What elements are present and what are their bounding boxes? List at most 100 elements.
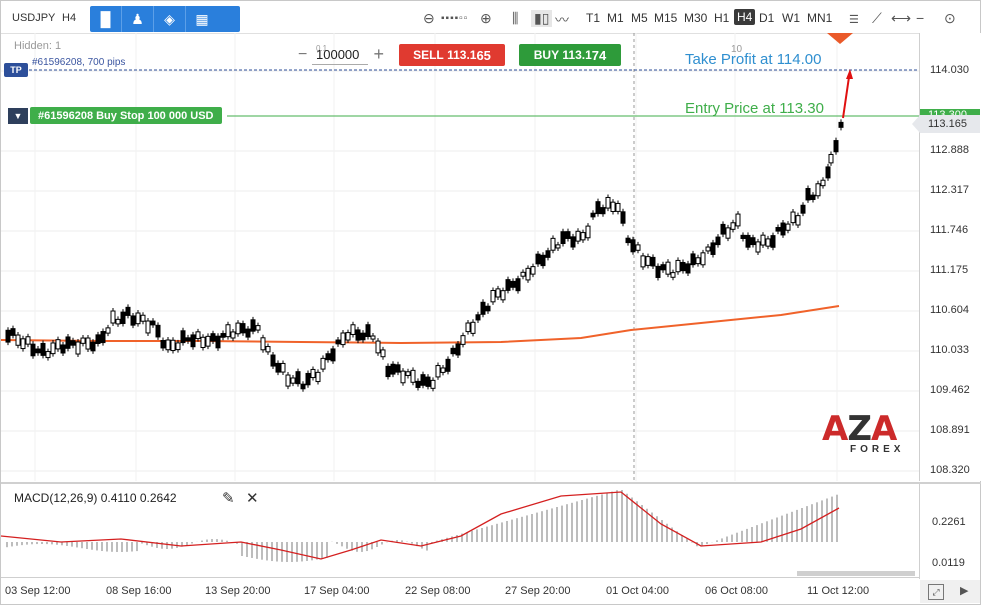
candle-body [790, 211, 796, 224]
edit-icon[interactable]: ✎ [222, 489, 235, 507]
symbol-label[interactable]: USDJPY [12, 12, 55, 24]
settings-circle-icon[interactable]: ⊙ [944, 10, 956, 27]
corner-arrow-icon[interactable]: ▶ [960, 584, 968, 597]
tf-t1[interactable]: T1 [586, 11, 600, 25]
macd-histogram-bar [161, 542, 163, 549]
macd-label: 0.2261 [932, 516, 966, 528]
indicator-icon[interactable]: ☰ [849, 13, 859, 26]
macd-histogram-bar [51, 542, 53, 545]
line-draw-icon[interactable]: ⟋ [872, 10, 882, 27]
quantity-decrease-button[interactable]: − [298, 46, 307, 64]
candle-body [635, 244, 641, 251]
macd-histogram-bar [521, 516, 523, 542]
macd-histogram-bar [201, 540, 203, 542]
candle-body [200, 336, 206, 349]
tf-d1[interactable]: D1 [759, 11, 774, 25]
tf-h4[interactable]: H4 [734, 9, 756, 25]
candle-body [690, 253, 696, 266]
candle-body [530, 266, 536, 275]
candle-body [435, 365, 441, 378]
buy-button[interactable]: BUY 113.1 74 [519, 44, 621, 66]
macd-histogram-bar [586, 498, 588, 542]
candle-body [130, 315, 136, 326]
candle-type-icon[interactable]: ▮▯ [531, 10, 553, 27]
pawn-icon[interactable]: ♟ [122, 6, 154, 32]
buy-price-prefix: 113.1 [562, 48, 592, 62]
macd-histogram-bar [641, 505, 643, 542]
logo-subtitle: FOREX [850, 444, 905, 455]
quantity-input[interactable]: 100000 [316, 47, 359, 62]
zoom-in-icon[interactable]: ⊕ [480, 10, 492, 27]
macd-histogram-bar [766, 521, 768, 542]
macd-title: MACD(12,26,9) 0.4110 0.2642 [14, 491, 177, 505]
macd-histogram-bar [736, 532, 738, 542]
tf-m1[interactable]: M1 [607, 11, 624, 25]
candle-body [315, 371, 321, 383]
candle-body [180, 330, 186, 344]
time-axis: 03 Sep 12:00 08 Sep 16:00 13 Sep 20:00 1… [1, 577, 919, 604]
horizontal-scrollbar[interactable] [797, 571, 915, 576]
price-axis: 114.030 112.888 112.317 111.746 111.175 … [919, 33, 981, 481]
bar-type-icon[interactable]: ⫼ [512, 10, 518, 27]
zoom-out-icon[interactable]: ⊖ [423, 10, 435, 27]
sell-button[interactable]: SELL 113.1 65 [399, 44, 505, 66]
close-icon[interactable]: ✕ [246, 489, 259, 507]
candle-body [775, 227, 781, 232]
tf-mn1[interactable]: MN1 [807, 11, 832, 25]
sell-price-big: 65 [476, 47, 491, 63]
tf-w1[interactable]: W1 [782, 11, 800, 25]
diamond-icon[interactable]: ◈ [154, 6, 186, 32]
price-label: 112.888 [930, 144, 969, 156]
tf-m5[interactable]: M5 [631, 11, 648, 25]
tf-h1[interactable]: H1 [714, 11, 729, 25]
hidden-orders-label[interactable]: Hidden: 1 [14, 40, 61, 52]
period-label[interactable]: H4 [62, 12, 76, 24]
zoom-slider-dots[interactable]: ▪▪▪▪▫▫ [441, 13, 468, 24]
tf-m30[interactable]: M30 [684, 11, 707, 25]
macd-histogram-bar [41, 542, 43, 545]
candle-body [590, 212, 596, 218]
candle-body [375, 340, 381, 354]
candle-body [145, 320, 151, 334]
quantity-increase-button[interactable]: + [373, 44, 384, 65]
bar-chart-icon[interactable]: ▐▌ [90, 6, 122, 32]
macd-histogram-bar [581, 500, 583, 542]
candle-body [295, 371, 301, 385]
line-type-icon[interactable]: 〰 [555, 10, 569, 30]
candle-body [740, 234, 746, 239]
macd-histogram-bar [721, 538, 723, 542]
hline-draw-icon[interactable]: ⟷ [891, 10, 911, 27]
tp-tag[interactable]: TP [4, 63, 28, 77]
pending-order-label[interactable]: #61596208 Buy Stop 100 000 USD [30, 107, 222, 124]
template-icon[interactable]: ▦ [186, 6, 218, 32]
time-label: 03 Sep 12:00 [5, 585, 71, 597]
tf-m15[interactable]: M15 [654, 11, 677, 25]
candle-body [550, 237, 556, 251]
candle-body [833, 140, 839, 153]
minus-icon[interactable]: − [916, 10, 924, 26]
candle-body [260, 337, 266, 351]
candle-body [540, 254, 546, 267]
macd-histogram-bar [531, 514, 533, 542]
macd-histogram-bar [46, 542, 48, 545]
macd-histogram-bar [126, 542, 128, 552]
candle-body [40, 342, 46, 356]
macd-histogram-bar [116, 542, 118, 552]
candle-body [675, 259, 681, 273]
macd-histogram-bar [541, 511, 543, 542]
order-toggle-icon[interactable]: ▼ [8, 108, 28, 124]
macd-histogram-bar [576, 501, 578, 542]
candle-body [270, 354, 276, 367]
macd-histogram-bar [526, 515, 528, 542]
candle-body [470, 321, 476, 334]
quantity-stepper[interactable]: − 100000 + [298, 42, 384, 68]
macd-histogram-bar [816, 502, 818, 542]
expand-icon[interactable]: ⤢ [928, 584, 944, 600]
candle-body [390, 363, 396, 375]
candle-body [605, 196, 611, 209]
candle-body [785, 223, 791, 231]
candle-body [170, 339, 176, 352]
macd-histogram-bar [401, 540, 403, 542]
chart-tools-group: ▐▌ ♟ ◈ ▦ [90, 6, 240, 32]
candle-body [770, 235, 776, 248]
